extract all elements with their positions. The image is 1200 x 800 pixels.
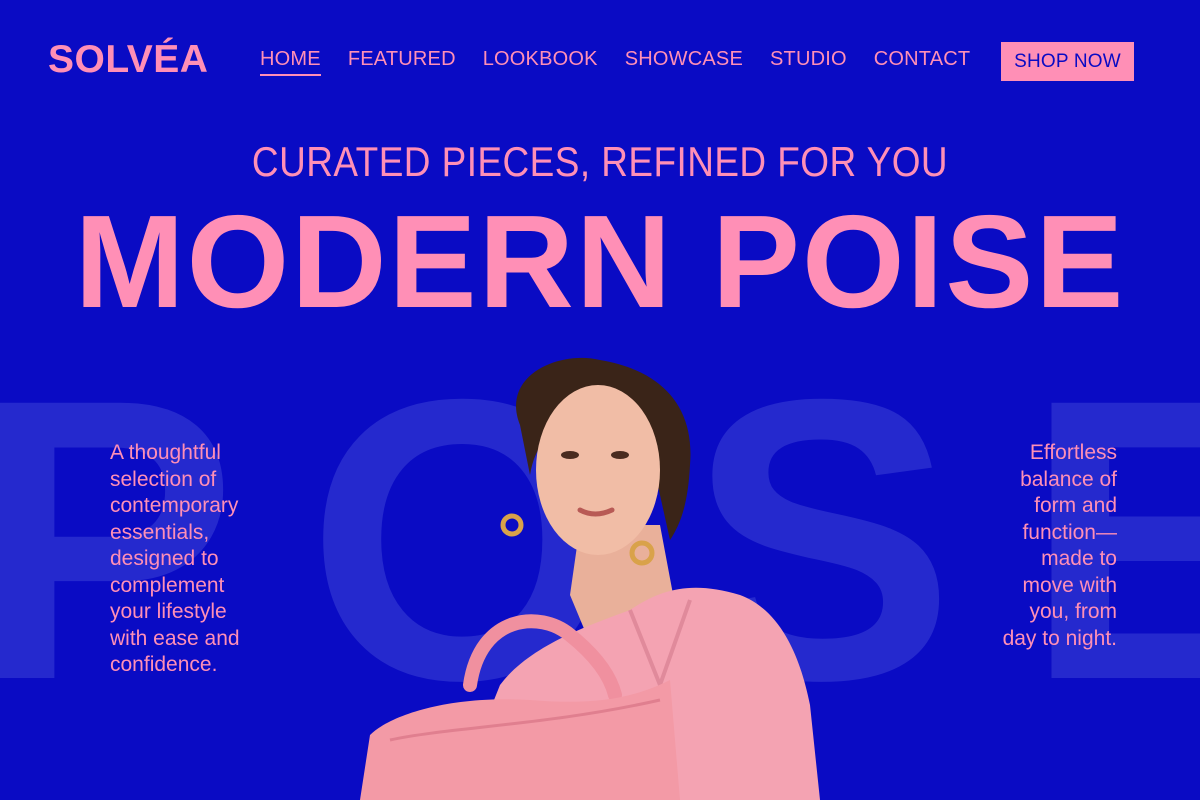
brand-logo[interactable]: SOLVÉA <box>48 38 208 82</box>
nav-item-lookbook[interactable]: LOOKBOOK <box>483 48 598 76</box>
landing-page: POSE SOLVÉA HOME FEATURED LOOKBOOK SHOWC… <box>0 0 1200 800</box>
right-description: Effortless balance of form and function—… <box>1002 441 1117 650</box>
nav-item-showcase[interactable]: SHOWCASE <box>625 48 743 76</box>
hero-subtitle: CURATED PIECES, REFINED FOR YOU <box>251 138 949 185</box>
shop-now-button[interactable]: SHOP NOW <box>1001 42 1134 81</box>
left-description: A thoughtful selection of contemporary e… <box>110 441 240 676</box>
nav-item-home[interactable]: HOME <box>260 48 321 76</box>
hero-headline: MODERN POISE <box>74 188 1126 335</box>
nav-item-featured[interactable]: FEATURED <box>348 48 456 76</box>
nav-item-contact[interactable]: CONTACT <box>874 48 971 76</box>
hero-model-image <box>360 357 820 800</box>
main-nav: HOME FEATURED LOOKBOOK SHOWCASE STUDIO C… <box>260 48 997 76</box>
model-face <box>536 385 660 555</box>
nav-item-studio[interactable]: STUDIO <box>770 48 847 76</box>
model-earring-left <box>500 513 524 537</box>
